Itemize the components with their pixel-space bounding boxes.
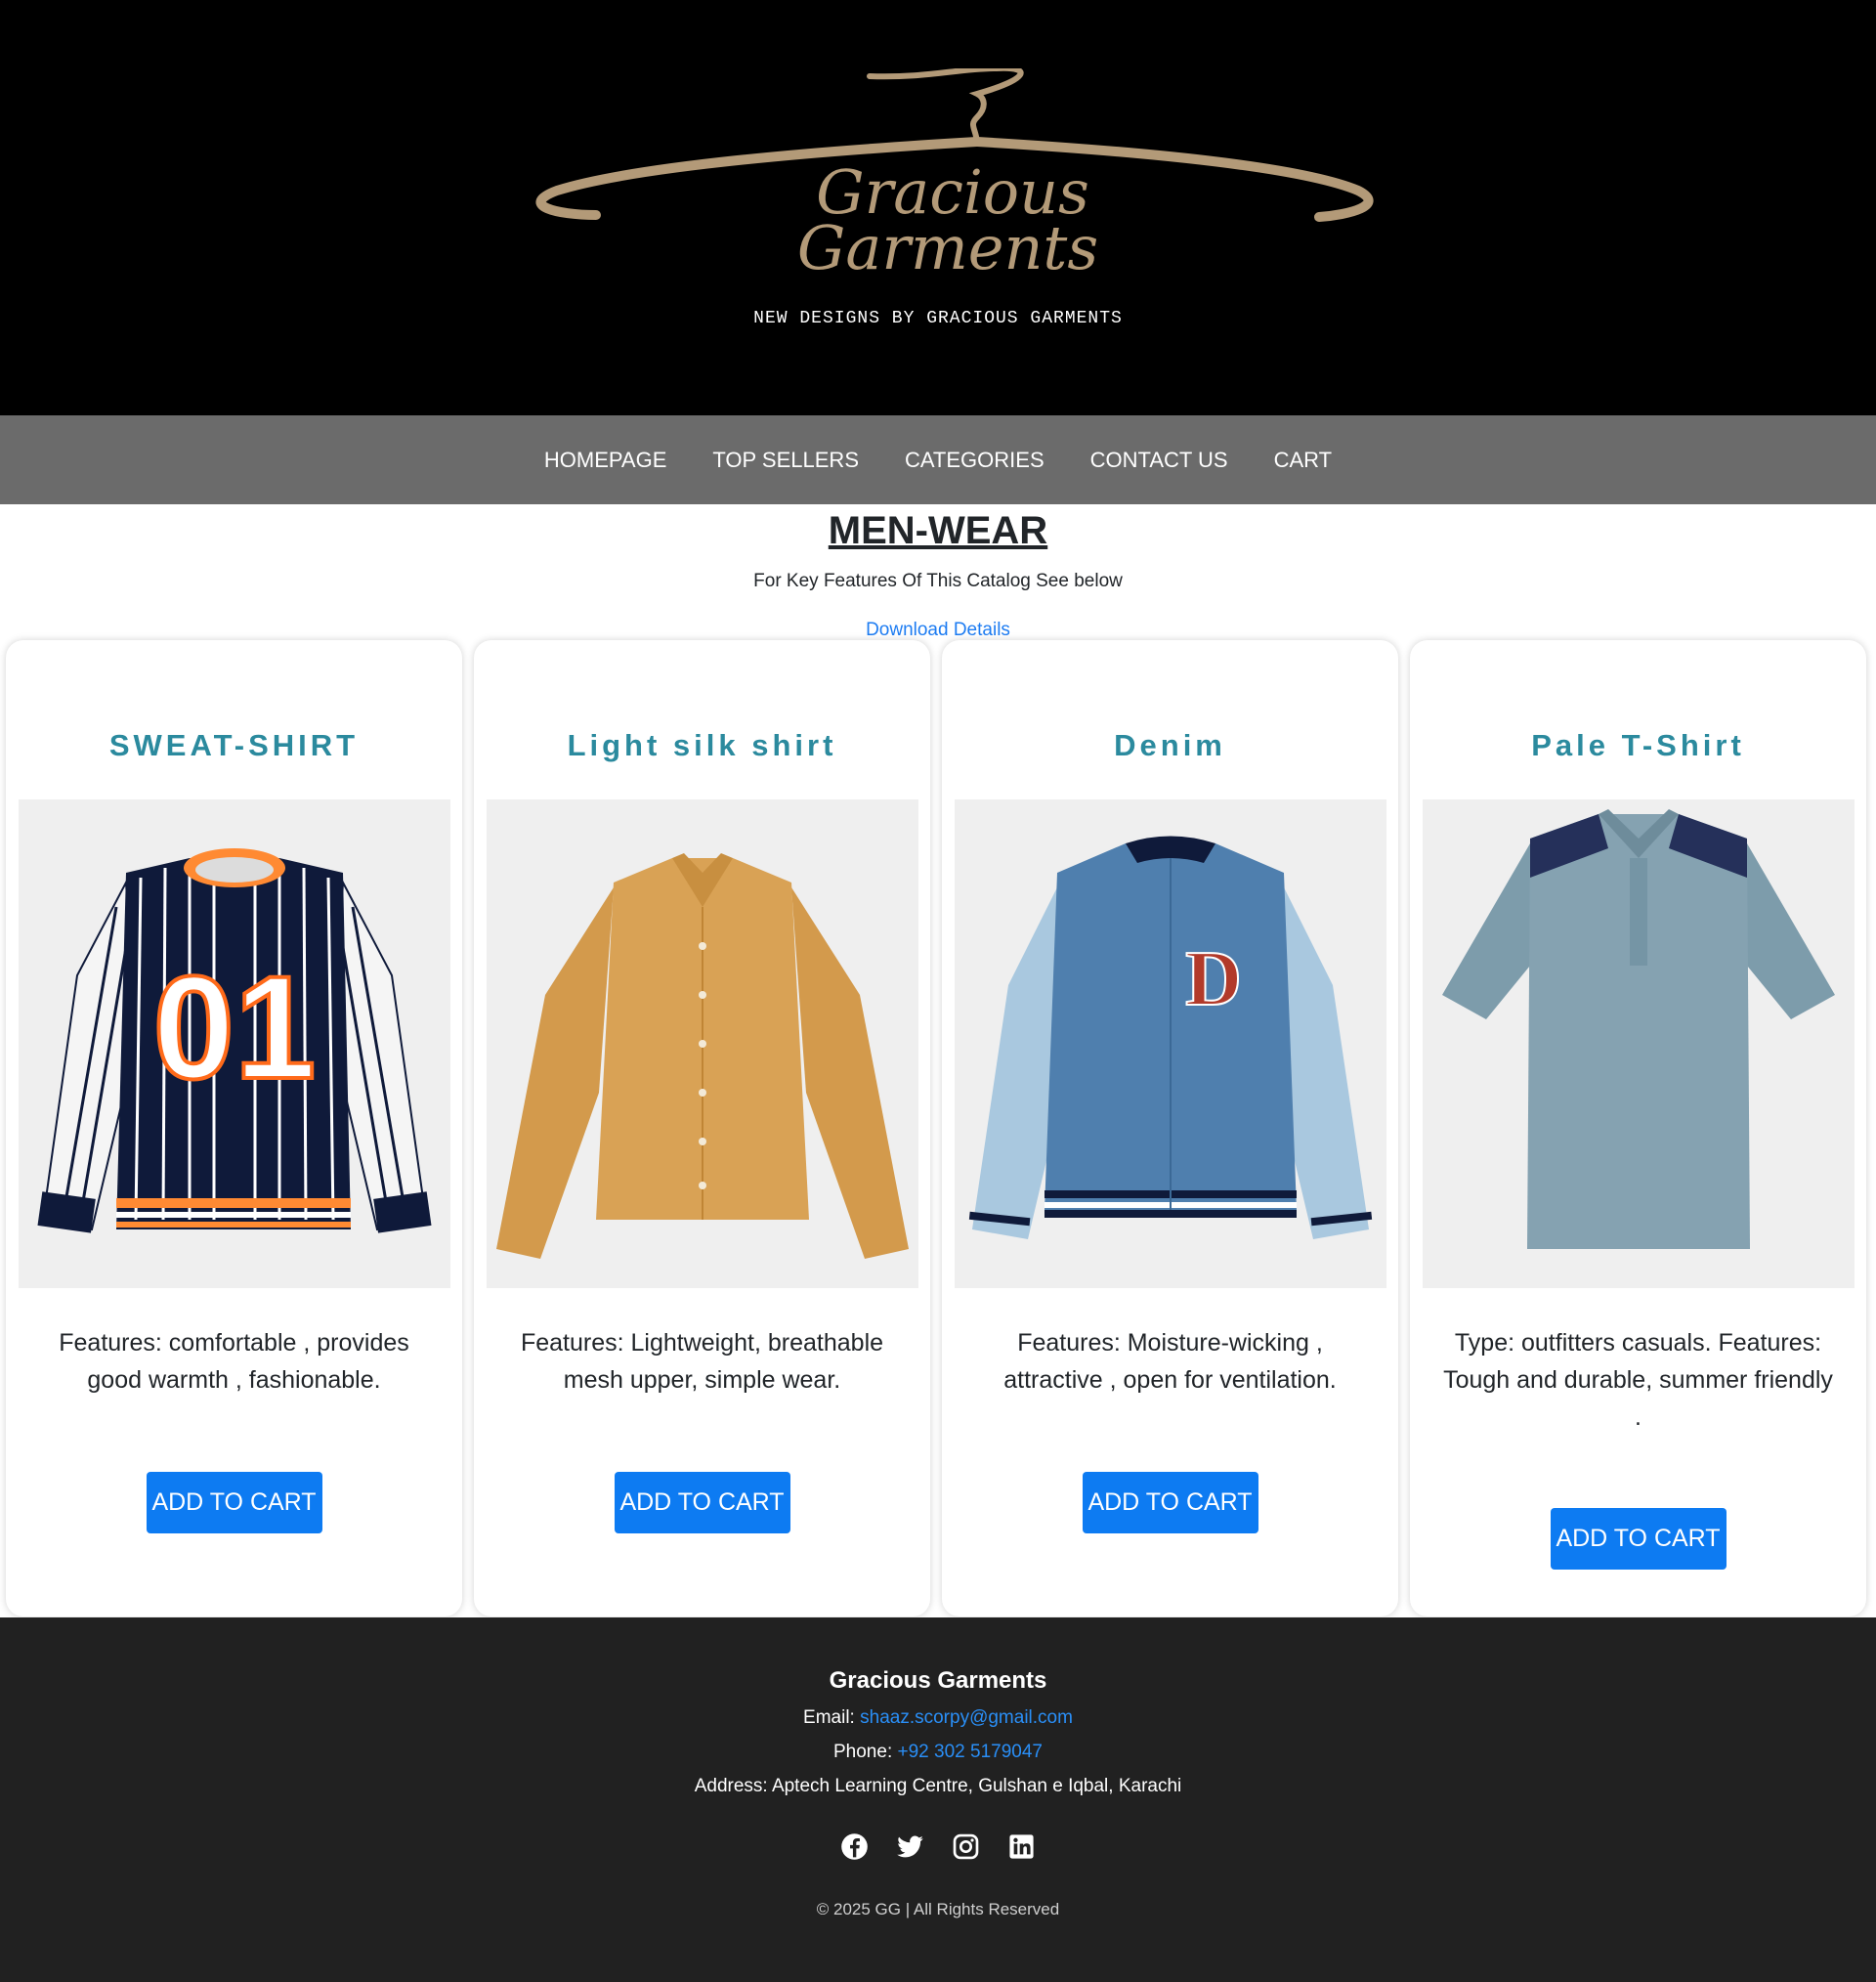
page-title: MEN-WEAR bbox=[828, 509, 1048, 552]
nav-contact-us[interactable]: CONTACT US bbox=[1090, 448, 1228, 473]
add-to-cart-button[interactable]: ADD TO CART bbox=[146, 1472, 322, 1533]
product-features: Type: outfitters casuals. Features: Toug… bbox=[1443, 1329, 1833, 1431]
product-title: Pale T-Shirt bbox=[1531, 728, 1745, 762]
site-header: Gracious Garments NEW DESIGNS BY GRACIOU… bbox=[0, 0, 1876, 415]
social-links bbox=[0, 1832, 1876, 1861]
main-nav: HOMEPAGE TOP SELLERS CATEGORIES CONTACT … bbox=[0, 415, 1876, 504]
instagram-icon[interactable] bbox=[952, 1832, 980, 1861]
twitter-icon[interactable] bbox=[896, 1832, 924, 1861]
product-features: Features: Moisture-wicking , attractive … bbox=[1003, 1329, 1337, 1394]
product-features: Features: Lightweight, breathable mesh u… bbox=[520, 1329, 884, 1394]
product-features: Features: comfortable , provides good wa… bbox=[59, 1329, 409, 1394]
nav-categories[interactable]: CATEGORIES bbox=[905, 448, 1045, 473]
download-details-link[interactable]: Download Details bbox=[0, 620, 1876, 641]
product-image-sweatshirt: 01 bbox=[19, 799, 450, 1288]
page-subtitle: For Key Features Of This Catalog See bel… bbox=[753, 571, 1123, 591]
add-to-cart-button[interactable]: ADD TO CART bbox=[614, 1472, 790, 1533]
add-to-cart-button[interactable]: ADD TO CART bbox=[1550, 1508, 1727, 1570]
copyright: © 2025 GG | All Rights Reserved bbox=[816, 1900, 1060, 1918]
product-card: Pale T-Shirt Type: outfitters casuals. F… bbox=[1410, 640, 1866, 1616]
add-to-cart-button[interactable]: ADD TO CART bbox=[1082, 1472, 1258, 1533]
product-grid: SWEAT-SHIRT 01 Features: comfortable , p… bbox=[6, 640, 1872, 1616]
brand-logo[interactable]: Gracious Garments bbox=[518, 68, 1378, 283]
product-image-silk-shirt bbox=[487, 799, 918, 1288]
product-title: SWEAT-SHIRT bbox=[108, 728, 360, 762]
svg-text:D: D bbox=[1185, 936, 1242, 1022]
email-label: Email: bbox=[803, 1707, 855, 1728]
product-title: Light silk shirt bbox=[567, 728, 837, 762]
nav-top-sellers[interactable]: TOP SELLERS bbox=[712, 448, 859, 473]
facebook-icon[interactable] bbox=[840, 1832, 869, 1861]
footer-phone: Phone: +92 302 5179047 bbox=[0, 1742, 1876, 1763]
nav-cart[interactable]: CART bbox=[1274, 448, 1333, 473]
phone-link[interactable]: +92 302 5179047 bbox=[898, 1742, 1043, 1762]
nav-homepage[interactable]: HOMEPAGE bbox=[544, 448, 667, 473]
footer-address: Address: Aptech Learning Centre, Gulshan… bbox=[694, 1776, 1182, 1796]
phone-label: Phone: bbox=[833, 1742, 893, 1762]
header-tagline: NEW DESIGNS BY GRACIOUS GARMENTS bbox=[753, 309, 1123, 328]
svg-text:01: 01 bbox=[153, 945, 317, 1109]
product-image-polo bbox=[1423, 799, 1855, 1288]
product-title: Denim bbox=[1114, 728, 1226, 762]
product-card: Light silk shirt Features: Lightweight, … bbox=[474, 640, 930, 1616]
product-image-denim-jacket: D bbox=[955, 799, 1386, 1288]
svg-text:Garments: Garments bbox=[797, 212, 1098, 283]
product-card: Denim D Features: Moisture-wicking , att… bbox=[942, 640, 1398, 1616]
email-link[interactable]: shaaz.scorpy@gmail.com bbox=[860, 1707, 1073, 1728]
footer-brand: Gracious Garments bbox=[829, 1667, 1047, 1694]
site-footer: Gracious Garments Email: shaaz.scorpy@gm… bbox=[0, 1617, 1876, 1982]
linkedin-icon[interactable] bbox=[1007, 1832, 1036, 1861]
footer-email: Email: shaaz.scorpy@gmail.com bbox=[0, 1707, 1876, 1729]
product-card: SWEAT-SHIRT 01 Features: comfortable , p… bbox=[6, 640, 462, 1616]
